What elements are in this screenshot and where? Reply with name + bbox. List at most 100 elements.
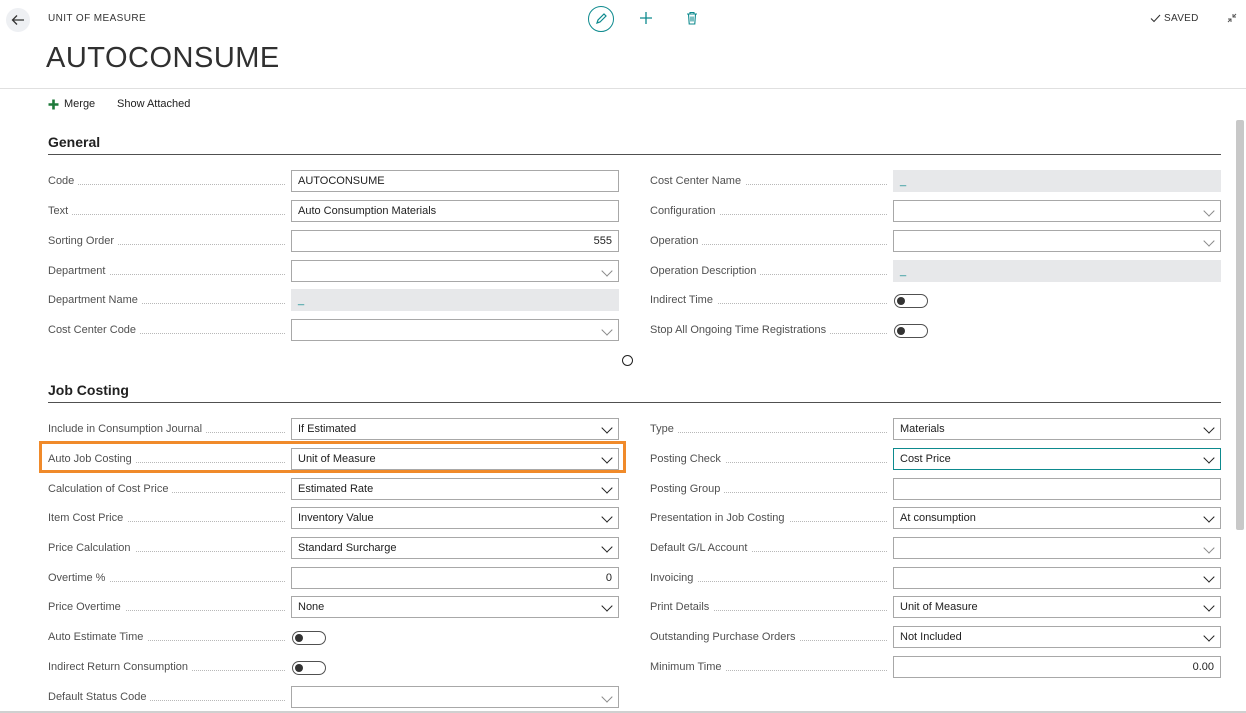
chevron-down-icon: [1203, 205, 1215, 217]
merge-action[interactable]: Merge: [48, 98, 95, 110]
edit-button[interactable]: [588, 6, 614, 32]
code-input[interactable]: AUTOCONSUME: [291, 170, 619, 192]
section-job-costing-title[interactable]: Job Costing: [48, 382, 129, 398]
sorting-order-input[interactable]: 555: [291, 230, 619, 252]
code-label: Code: [48, 171, 285, 191]
presentation-job-costing-label: Presentation in Job Costing: [650, 508, 887, 528]
cost-center-code-select[interactable]: [291, 319, 619, 341]
outstanding-purchase-orders-label: Outstanding Purchase Orders: [650, 627, 887, 647]
chevron-down-icon: [1203, 542, 1215, 554]
posting-check-select[interactable]: Cost Price: [893, 448, 1221, 470]
default-status-code-label: Default Status Code: [48, 687, 285, 707]
indirect-return-consumption-label: Indirect Return Consumption: [48, 657, 285, 677]
print-details-label: Print Details: [650, 597, 887, 617]
show-attached-action[interactable]: Show Attached: [117, 98, 190, 110]
price-overtime-label: Price Overtime: [48, 597, 285, 617]
page-title: AUTOCONSUME: [46, 42, 280, 74]
outstanding-purchase-orders-select[interactable]: Not Included: [893, 626, 1221, 648]
print-details-select[interactable]: Unit of Measure: [893, 596, 1221, 618]
auto-estimate-time-toggle[interactable]: [292, 631, 326, 645]
show-attached-label: Show Attached: [117, 98, 191, 110]
merge-label: Merge: [64, 98, 96, 110]
plus-icon: [640, 12, 652, 24]
operation-description-value: _: [893, 260, 1221, 282]
stop-time-registrations-label: Stop All Ongoing Time Registrations: [650, 320, 887, 340]
saved-status: SAVED: [1150, 13, 1199, 24]
minimum-time-input[interactable]: 0.00: [893, 656, 1221, 678]
type-label: Type: [650, 419, 887, 439]
indirect-return-consumption-toggle[interactable]: [292, 661, 326, 675]
include-consumption-journal-label: Include in Consumption Journal: [48, 419, 285, 439]
check-icon: [1150, 14, 1161, 23]
overtime-percent-label: Overtime %: [48, 568, 285, 588]
default-gl-account-label: Default G/L Account: [650, 538, 887, 558]
mouse-cursor: [622, 355, 633, 366]
chevron-down-icon: [601, 324, 613, 336]
department-label: Department: [48, 261, 285, 281]
invoicing-label: Invoicing: [650, 568, 887, 588]
chevron-down-icon: [1203, 452, 1215, 464]
delete-button[interactable]: [682, 8, 702, 28]
section-divider: [48, 154, 1221, 155]
top-bar: UNIT OF MEASURE SAVED: [0, 0, 1246, 40]
minimum-time-label: Minimum Time: [650, 657, 887, 677]
cost-center-name-value: _: [893, 170, 1221, 192]
price-calculation-select[interactable]: Standard Surcharge: [291, 537, 619, 559]
include-consumption-journal-select[interactable]: If Estimated: [291, 418, 619, 440]
section-general-title[interactable]: General: [48, 134, 100, 150]
sorting-order-label: Sorting Order: [48, 231, 285, 251]
chevron-down-icon: [1203, 630, 1215, 642]
collapse-icon[interactable]: [1224, 10, 1240, 26]
entity-caption: UNIT OF MEASURE: [48, 13, 147, 24]
presentation-job-costing-select[interactable]: At consumption: [893, 507, 1221, 529]
department-name-label: Department Name: [48, 290, 285, 310]
chevron-down-icon: [1203, 422, 1215, 434]
new-button[interactable]: [636, 8, 656, 28]
item-cost-price-label: Item Cost Price: [48, 508, 285, 528]
chevron-down-icon: [1203, 511, 1215, 523]
department-select[interactable]: [291, 260, 619, 282]
posting-check-label: Posting Check: [650, 449, 887, 469]
operation-description-label: Operation Description: [650, 261, 887, 281]
stop-time-registrations-toggle[interactable]: [894, 324, 928, 338]
chevron-down-icon: [1203, 571, 1215, 583]
pencil-icon: [596, 13, 607, 24]
indirect-time-toggle[interactable]: [894, 294, 928, 308]
cost-center-code-label: Cost Center Code: [48, 320, 285, 340]
back-arrow-icon[interactable]: [6, 8, 30, 32]
posting-group-input[interactable]: [893, 478, 1221, 500]
trash-icon: [687, 11, 697, 25]
price-overtime-select[interactable]: None: [291, 596, 619, 618]
price-calculation-label: Price Calculation: [48, 538, 285, 558]
text-input[interactable]: Auto Consumption Materials: [291, 200, 619, 222]
chevron-down-icon: [1203, 235, 1215, 247]
section-divider: [48, 402, 1221, 403]
type-select[interactable]: Materials: [893, 418, 1221, 440]
calculation-cost-price-select[interactable]: Estimated Rate: [291, 478, 619, 500]
chevron-down-icon: [1203, 600, 1215, 612]
auto-estimate-time-label: Auto Estimate Time: [48, 627, 285, 647]
overtime-percent-input[interactable]: 0: [291, 567, 619, 589]
cost-center-name-label: Cost Center Name: [650, 171, 887, 191]
operation-select[interactable]: [893, 230, 1221, 252]
default-gl-account-select[interactable]: [893, 537, 1221, 559]
posting-group-label: Posting Group: [650, 479, 887, 499]
chevron-down-icon: [601, 422, 613, 434]
invoicing-select[interactable]: [893, 567, 1221, 589]
text-label: Text: [48, 201, 285, 221]
configuration-label: Configuration: [650, 201, 887, 221]
plus-icon: [48, 99, 59, 109]
configuration-select[interactable]: [893, 200, 1221, 222]
operation-label: Operation: [650, 231, 887, 251]
indirect-time-label: Indirect Time: [650, 290, 887, 310]
item-cost-price-select[interactable]: Inventory Value: [291, 507, 619, 529]
vertical-scrollbar[interactable]: [1236, 120, 1244, 530]
chevron-down-icon: [601, 691, 613, 703]
action-bar: Merge Show Attached: [0, 88, 1246, 119]
chevron-down-icon: [601, 541, 613, 553]
saved-label: SAVED: [1164, 13, 1199, 24]
chevron-down-icon: [601, 511, 613, 523]
department-name-value: _: [291, 289, 619, 311]
default-status-code-select[interactable]: [291, 686, 619, 708]
calculation-cost-price-label: Calculation of Cost Price: [48, 479, 285, 499]
